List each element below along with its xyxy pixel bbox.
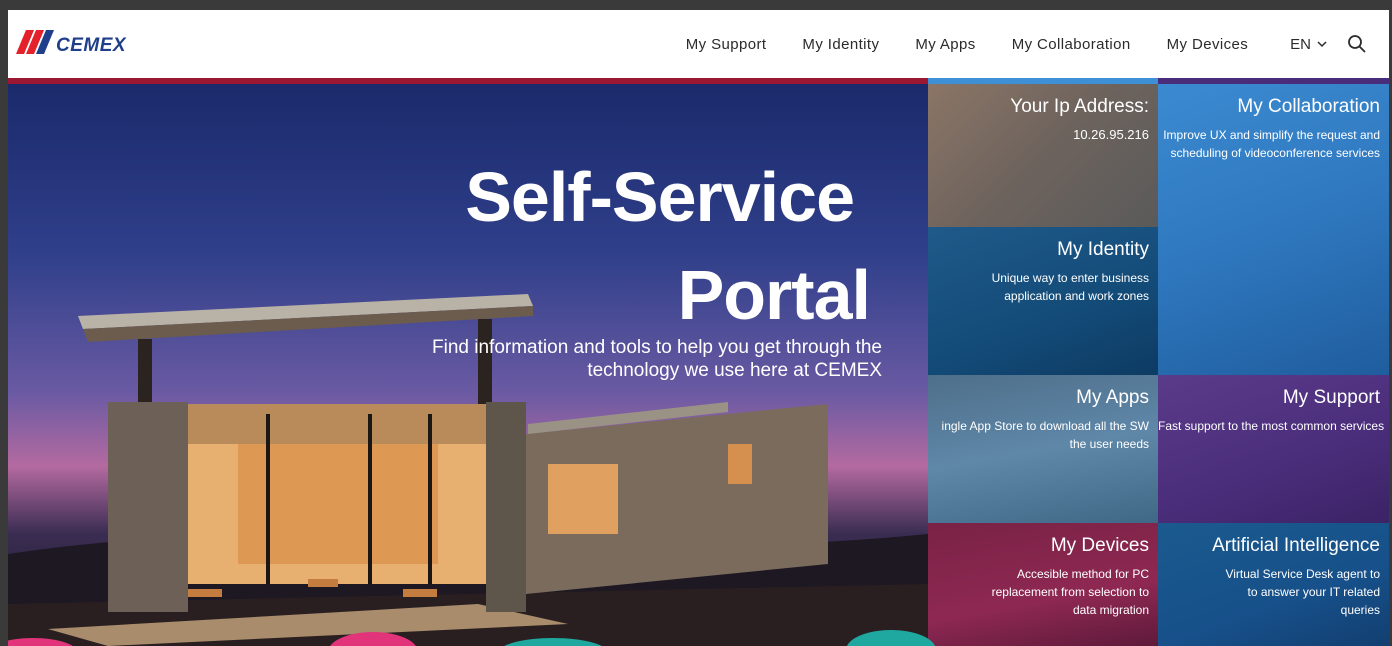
- site-header: CEMEX My Support My Identity My Apps My …: [8, 10, 1389, 78]
- tile-support-desc: Fast support to the most common services: [1158, 419, 1385, 433]
- hero-title-line-2: Portal: [677, 256, 871, 334]
- hero-subtitle: Find information and tools to help you g…: [432, 337, 882, 381]
- tile-devices-title: My Devices: [1050, 535, 1149, 556]
- tile-ip-title: Your Ip Address:: [1010, 96, 1149, 117]
- hero-title: Self-Service Portal: [465, 148, 871, 344]
- browser-viewport: CEMEX My Support My Identity My Apps My …: [8, 10, 1389, 646]
- main-nav: My Support My Identity My Apps My Collab…: [650, 10, 1367, 78]
- tile-identity-desc: Unique way to enter business application…: [991, 271, 1149, 303]
- nav-my-apps[interactable]: My Apps: [915, 36, 975, 53]
- tile-devices-desc: Accesible method for PC replacement from…: [991, 567, 1149, 617]
- nav-my-collaboration[interactable]: My Collaboration: [1012, 36, 1131, 53]
- language-selector[interactable]: EN: [1290, 36, 1327, 53]
- nav-my-identity[interactable]: My Identity: [802, 36, 879, 53]
- cemex-logo[interactable]: CEMEX: [16, 26, 136, 58]
- tile-support-title: My Support: [1282, 387, 1380, 408]
- tile-collaboration-desc: Improve UX and simplify the request and …: [1163, 128, 1380, 160]
- tile-my-support[interactable]: My Support Fast support to the most comm…: [1158, 375, 1389, 523]
- logo-wordmark: CEMEX: [56, 35, 127, 56]
- tile-apps-desc: ingle App Store to download all the SW t…: [941, 419, 1149, 451]
- nav-my-support[interactable]: My Support: [686, 36, 767, 53]
- tile-my-collaboration[interactable]: My Collaboration Improve UX and simplify…: [1158, 84, 1389, 375]
- hero-banner: Self-Service Portal Find information and…: [8, 84, 928, 646]
- hero-title-line-1: Self-Service: [465, 158, 855, 236]
- language-label: EN: [1290, 35, 1311, 53]
- tile-identity-title: My Identity: [1057, 239, 1149, 260]
- tile-collaboration-title: My Collaboration: [1237, 96, 1380, 117]
- tile-ip-address: Your Ip Address: 10.26.95.216: [928, 84, 1158, 227]
- tile-artificial-intelligence[interactable]: Artificial Intelligence Virtual Service …: [1158, 523, 1389, 646]
- ip-address-value: 10.26.95.216: [1073, 127, 1149, 142]
- tile-ai-desc: Virtual Service Desk agent to to answer …: [1225, 567, 1380, 617]
- tile-my-identity[interactable]: My Identity Unique way to enter business…: [928, 227, 1158, 375]
- tile-ai-title: Artificial Intelligence: [1212, 535, 1380, 556]
- nav-my-devices[interactable]: My Devices: [1167, 36, 1249, 53]
- tile-my-devices[interactable]: My Devices Accesible method for PC repla…: [928, 523, 1158, 646]
- tile-apps-title: My Apps: [1076, 387, 1149, 408]
- cemex-logo-mark: [16, 30, 54, 54]
- search-icon[interactable]: [1347, 34, 1367, 54]
- tile-my-apps[interactable]: My Apps ingle App Store to download all …: [928, 375, 1158, 523]
- chevron-down-icon: [1317, 41, 1327, 48]
